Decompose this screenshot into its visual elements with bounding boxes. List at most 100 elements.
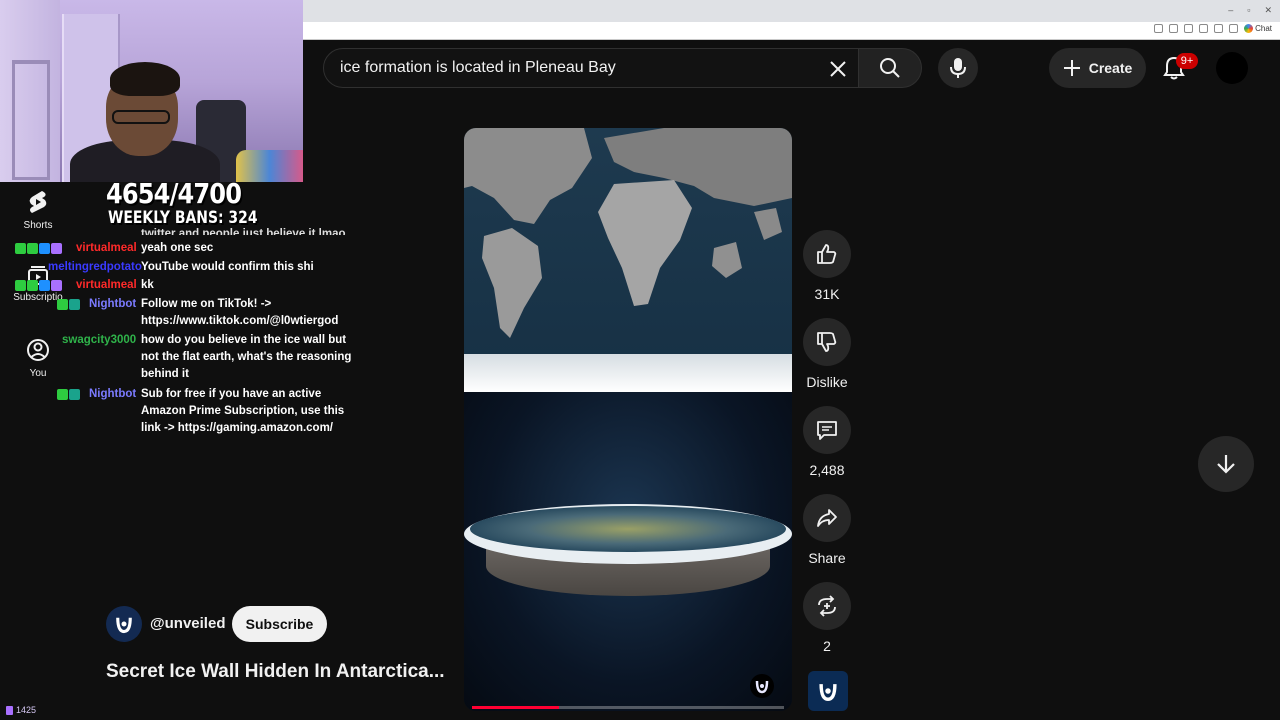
thumbs-up-icon [817, 244, 837, 264]
badge-icon [69, 389, 80, 400]
badge-icon [57, 299, 68, 310]
chat-username[interactable]: Nightbot [89, 296, 136, 314]
channel-handle[interactable]: @unveiled [150, 615, 225, 632]
remix-action: 2 [803, 582, 851, 654]
chat-username[interactable]: meltingredpotato [48, 259, 142, 277]
next-video-button[interactable] [1198, 436, 1254, 492]
create-button[interactable]: Create [1049, 48, 1146, 88]
streamer-webcam [0, 0, 303, 182]
share-arrow-icon [817, 509, 837, 527]
badge-icon [27, 280, 38, 291]
dislike-button[interactable] [803, 318, 851, 366]
chat-text: kk [141, 279, 154, 291]
search-input[interactable]: ice formation is located in Pleneau Bay [340, 59, 616, 77]
search-box[interactable]: ice formation is located in Pleneau Bay [323, 48, 859, 88]
disc-surface-image [470, 506, 786, 552]
like-button[interactable] [803, 230, 851, 278]
extension-icon[interactable] [1199, 24, 1209, 33]
badge-icon [51, 280, 62, 291]
unveiled-logo-icon [755, 680, 769, 694]
create-label: Create [1088, 60, 1133, 76]
clear-search-button[interactable] [822, 53, 854, 85]
microphone-icon [950, 58, 966, 78]
ban-counter: 4654/4700 [106, 177, 242, 210]
search-button[interactable] [858, 48, 922, 88]
chat-text: link -> https://gaming.amazon.com/ [141, 422, 334, 434]
comments-button[interactable] [803, 406, 851, 454]
chat-cut-line: twitter and people just believe it lmao [141, 228, 346, 235]
notifications-button[interactable]: 9+ [1154, 48, 1198, 88]
thumbs-down-icon [817, 332, 837, 352]
close-icon [830, 61, 846, 77]
badge-icon [39, 243, 50, 254]
sidebar-item-label: Subscriptio [13, 292, 63, 303]
chat-username[interactable]: virtualmeal [76, 277, 137, 295]
account-avatar[interactable] [1216, 52, 1248, 84]
plus-icon [1063, 60, 1080, 76]
badge-icon [57, 389, 68, 400]
badge-icon [69, 299, 80, 310]
chat-username[interactable]: swagcity3000 [62, 332, 136, 350]
chat-username[interactable]: virtualmeal [76, 240, 137, 258]
chat-text: Sub for free if you have an active [141, 388, 322, 400]
dislike-label: Dislike [806, 374, 848, 390]
shorts-video-player[interactable] [464, 128, 792, 711]
minimize-icon[interactable]: – [1228, 5, 1233, 16]
browser-chat-button[interactable]: Chat [1244, 24, 1272, 33]
sound-thumbnail[interactable] [808, 671, 848, 711]
antarctica-ice-strip [464, 354, 792, 392]
browser-tool-icon[interactable] [1154, 24, 1164, 33]
zoom-icon[interactable] [1169, 24, 1179, 33]
chat-badges [57, 389, 80, 400]
chat-text: behind it [141, 368, 189, 380]
browser-chat-label: Chat [1255, 24, 1272, 33]
dislike-action: Dislike [803, 318, 851, 390]
badge-icon [51, 243, 62, 254]
shorts-icon [29, 191, 47, 213]
like-action: 31K [803, 230, 851, 302]
youtube-header: ice formation is located in Pleneau Bay … [303, 40, 1280, 96]
video-title[interactable]: Secret Ice Wall Hidden In Antarctica... [106, 661, 446, 683]
comment-count: 2,488 [809, 462, 845, 478]
sidebar-item-label: Shorts [23, 220, 53, 231]
like-count: 31K [814, 286, 840, 302]
comment-icon [817, 421, 837, 440]
bookmark-star-icon[interactable] [1184, 24, 1194, 33]
chat-badges [15, 243, 62, 254]
extensions-puzzle-icon[interactable] [1214, 24, 1224, 33]
badge-icon [15, 280, 26, 291]
window-controls[interactable]: – ▫ ✕ [1228, 5, 1272, 16]
chat-text: https://www.tiktok.com/@l0wtiergod [141, 315, 339, 327]
sidebar-item-shorts[interactable]: Shorts [0, 190, 76, 231]
search-icon [880, 58, 900, 78]
chat-text: how do you believe in the ice wall but [141, 334, 347, 346]
chat-text: yeah one sec [141, 242, 214, 254]
video-progress-fill [472, 706, 560, 709]
chat-badges [15, 280, 62, 291]
sidebar-item-label: You [29, 368, 47, 379]
notification-badge: 9+ [1176, 53, 1198, 69]
share-action: Share [803, 494, 851, 566]
voice-search-button[interactable] [938, 48, 978, 88]
channel-watermark [750, 674, 774, 698]
browser-tab-strip: – ▫ ✕ [303, 0, 1280, 22]
remix-icon [818, 595, 836, 617]
viewer-count-value: 1425 [16, 705, 37, 715]
chat-badges [57, 299, 80, 310]
subscribe-button[interactable]: Subscribe [232, 606, 327, 642]
restore-icon[interactable]: ▫ [1247, 5, 1250, 16]
channel-avatar[interactable] [106, 606, 142, 642]
viewer-count: 1425 [6, 705, 36, 715]
remix-button[interactable] [803, 582, 851, 630]
badge-icon [39, 280, 50, 291]
unveiled-logo-icon [819, 684, 837, 701]
comments-action: 2,488 [803, 406, 851, 478]
gemini-icon [1244, 24, 1254, 33]
video-progress-bar[interactable] [472, 706, 784, 709]
close-window-icon[interactable]: ✕ [1264, 5, 1272, 16]
world-map-image [464, 128, 792, 338]
chat-username[interactable]: Nightbot [89, 386, 136, 404]
share-button[interactable] [803, 494, 851, 542]
world-map-frame [464, 128, 792, 392]
profile-icon[interactable] [1229, 24, 1239, 33]
